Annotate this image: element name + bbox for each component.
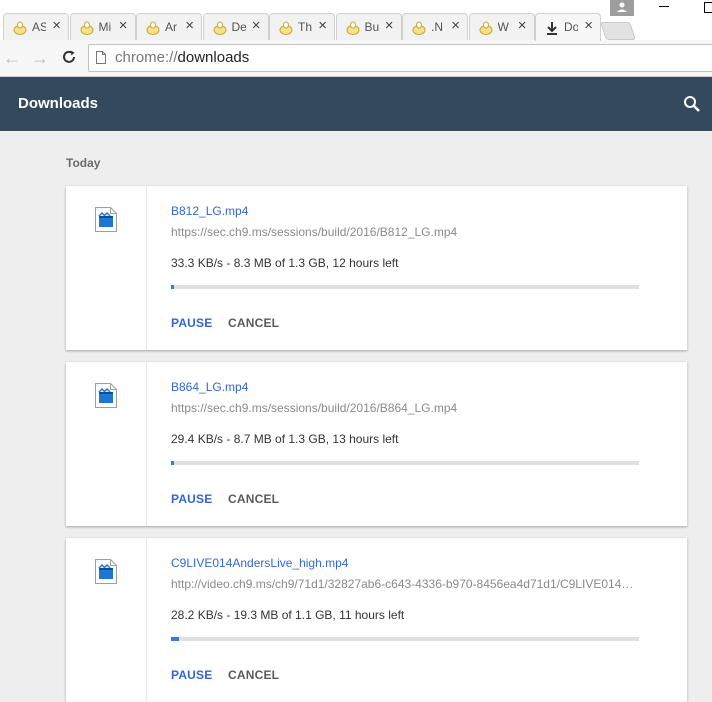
lemon-favicon-icon <box>412 21 426 35</box>
progress-bar <box>171 637 639 641</box>
browser-tab[interactable]: Bu × <box>335 13 402 40</box>
divider <box>146 186 147 350</box>
tab-title: Do <box>564 20 578 34</box>
close-tab-icon[interactable]: × <box>119 17 128 35</box>
lemon-favicon-icon <box>213 21 226 35</box>
download-icon <box>547 22 557 35</box>
browser-tab[interactable]: W × <box>468 13 535 40</box>
tab-title: Ar <box>165 20 177 34</box>
profile-avatar-button[interactable] <box>610 0 634 16</box>
browser-tab[interactable]: .N × <box>402 13 468 40</box>
close-tab-icon[interactable]: × <box>385 17 394 35</box>
close-tab-icon[interactable]: × <box>584 17 593 35</box>
video-file-icon <box>95 383 117 408</box>
progress-bar <box>171 285 639 289</box>
lemon-favicon-icon <box>479 21 492 35</box>
url-path: downloads <box>177 49 250 66</box>
search-icon[interactable] <box>682 94 702 114</box>
downloads-header: Downloads <box>0 77 712 131</box>
cancel-button[interactable]: CANCEL <box>228 316 279 330</box>
browser-tab[interactable]: De × <box>202 13 269 40</box>
tab-strip: AS × Mi × Ar × De × Th × Bu × .N × W × Do × <box>0 0 712 41</box>
download-status: 28.2 KB/s - 19.3 MB of 1.1 GB, 11 hours … <box>171 608 405 622</box>
video-file-icon <box>95 559 117 584</box>
forward-arrow-icon[interactable]: → <box>30 48 50 68</box>
download-status: 29.4 KB/s - 8.7 MB of 1.3 GB, 13 hours l… <box>171 432 399 446</box>
url-scheme: chrome:// <box>115 49 178 66</box>
reload-icon[interactable] <box>59 48 79 68</box>
browser-tab[interactable]: AS × <box>3 13 69 40</box>
tab-title: W <box>497 20 509 34</box>
browser-tab[interactable]: Ar × <box>136 13 202 40</box>
file-name-link[interactable]: C9LIVE014AndersLive_high.mp4 <box>171 556 348 570</box>
close-tab-icon[interactable]: × <box>252 17 261 35</box>
file-name-link[interactable]: B812_LG.mp4 <box>171 204 248 218</box>
close-tab-icon[interactable]: × <box>451 17 460 35</box>
file-name-link[interactable]: B864_LG.mp4 <box>171 380 248 394</box>
download-status: 33.3 KB/s - 8.3 MB of 1.3 GB, 12 hours l… <box>171 256 399 270</box>
minimize-button[interactable] <box>659 6 669 7</box>
page-title: Downloads <box>18 95 99 112</box>
cancel-button[interactable]: CANCEL <box>228 492 279 506</box>
person-icon <box>617 2 627 12</box>
lemon-favicon-icon <box>279 21 293 35</box>
browser-toolbar: ← → chrome://downloads <box>0 40 712 77</box>
download-item: B812_LG.mp4 https://sec.ch9.ms/sessions/b… <box>66 186 687 350</box>
date-heading: Today <box>66 156 101 170</box>
progress-bar <box>171 461 639 465</box>
back-arrow-icon[interactable]: ← <box>2 48 22 68</box>
lemon-favicon-icon <box>146 21 160 35</box>
close-tab-icon[interactable]: × <box>185 17 194 35</box>
tab-title: Th <box>298 20 312 34</box>
tab-title: De <box>231 20 246 34</box>
cancel-button[interactable]: CANCEL <box>228 668 279 682</box>
close-tab-icon[interactable]: × <box>52 17 61 35</box>
browser-tab[interactable]: Mi × <box>69 13 136 40</box>
maximize-button[interactable] <box>704 2 712 13</box>
browser-tab[interactable]: Do × <box>535 13 601 41</box>
lemon-favicon-icon <box>80 21 93 35</box>
close-tab-icon[interactable]: × <box>318 17 327 35</box>
url-text: chrome://downloads <box>115 49 249 66</box>
progress-fill <box>171 637 179 641</box>
tab-title: .N <box>431 20 443 34</box>
divider <box>146 362 147 526</box>
reload-svg <box>63 50 75 63</box>
video-file-icon <box>95 207 117 232</box>
progress-fill <box>171 285 174 289</box>
lemon-favicon-icon <box>346 21 359 35</box>
lemon-favicon-icon <box>13 21 27 35</box>
address-bar[interactable]: chrome://downloads <box>88 44 712 72</box>
new-tab-button[interactable] <box>600 22 636 40</box>
tab-title: Bu <box>364 20 379 34</box>
download-item: B864_LG.mp4 https://sec.ch9.ms/sessions/b… <box>66 362 687 526</box>
tab-title: Mi <box>98 20 112 34</box>
page-icon <box>96 51 106 64</box>
source-url[interactable]: https://sec.ch9.ms/sessions/build/2016/B… <box>171 225 641 239</box>
progress-fill <box>171 461 174 465</box>
divider <box>146 538 147 702</box>
download-item: C9LIVE014AndersLive_high.mp4 http://video… <box>66 538 687 702</box>
browser-tab[interactable]: Th × <box>269 13 335 40</box>
pause-button[interactable]: PAUSE <box>171 316 212 330</box>
source-url[interactable]: https://sec.ch9.ms/sessions/build/2016/B… <box>171 401 641 415</box>
tab-title: AS <box>32 20 46 34</box>
pause-button[interactable]: PAUSE <box>171 492 212 506</box>
source-url[interactable]: http://video.ch9.ms/ch9/71d1/32827ab6-c6… <box>171 577 641 591</box>
close-tab-icon[interactable]: × <box>518 17 527 35</box>
pause-button[interactable]: PAUSE <box>171 668 212 682</box>
